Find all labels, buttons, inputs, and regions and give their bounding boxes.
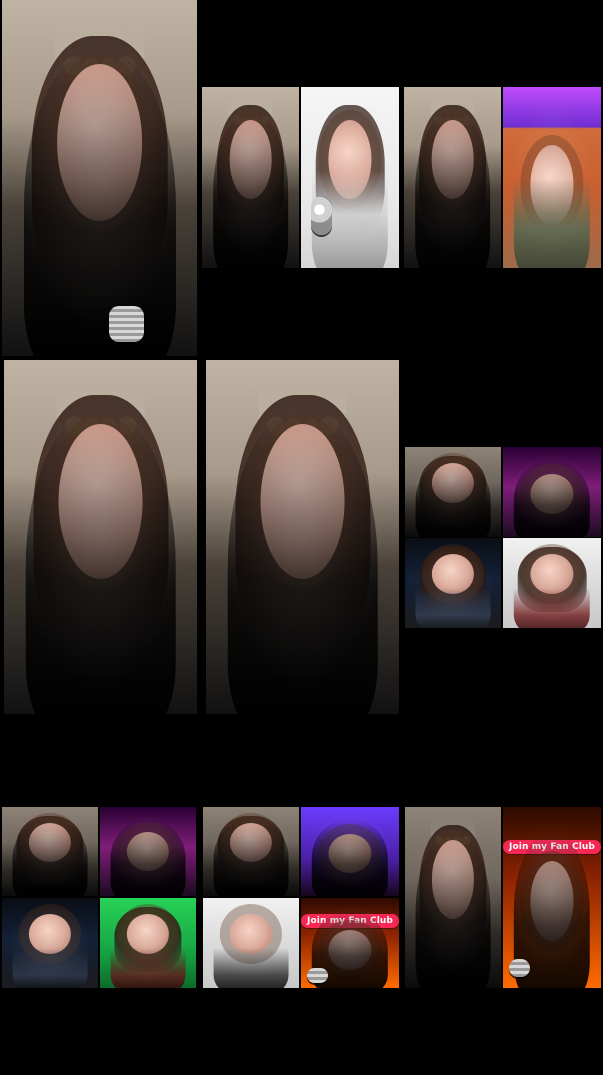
video-tile-bottom-right-right[interactable]: Join my Fan Club [503,807,601,988]
person [311,112,389,268]
grid-bottom-left-br[interactable] [100,898,196,988]
person [25,409,176,714]
person [110,910,186,988]
collage-root: Join my Fan Club Join my Fan Club [0,0,603,1075]
person [227,409,378,714]
person [415,459,491,537]
video-tile-middle-right[interactable] [206,360,399,714]
video-tile-top-right-right[interactable] [503,87,601,268]
video-tile-top-right-left[interactable] [404,87,501,268]
video-tile-large-top-left[interactable] [2,0,197,356]
person [213,910,289,988]
grid-bottom-mid-tl[interactable] [203,807,299,896]
grid-bottom-mid-br[interactable]: Join my Fan Club [301,898,399,988]
grid-bottom-mid-bl[interactable] [203,898,299,988]
grid-bottom-left-tl[interactable] [2,807,98,896]
person [110,819,186,896]
microphone [310,195,333,236]
person [415,832,491,988]
person [12,910,88,988]
video-tile-top-middle-left[interactable] [202,87,299,268]
microphone [109,306,145,342]
person [415,550,491,628]
grid-bottom-left-bl[interactable] [2,898,98,988]
microphone [508,959,531,978]
person [12,819,88,896]
person [513,112,591,268]
person [513,459,591,537]
video-tile-top-middle-right[interactable] [301,87,399,268]
person [213,819,289,896]
grid-bottom-left-tr[interactable] [100,807,196,896]
grid-middle-bl[interactable] [405,538,501,628]
person [414,112,491,268]
person [513,550,591,628]
grid-middle-tl[interactable] [405,447,501,537]
video-tile-bottom-right-left[interactable] [405,807,501,988]
video-tile-middle-left[interactable] [4,360,197,714]
person [311,819,389,896]
grid-bottom-mid-tr[interactable] [301,807,399,896]
person [212,112,289,268]
grid-middle-br[interactable] [503,538,601,628]
microphone [306,968,329,983]
person [23,49,176,356]
grid-middle-tr[interactable] [503,447,601,537]
